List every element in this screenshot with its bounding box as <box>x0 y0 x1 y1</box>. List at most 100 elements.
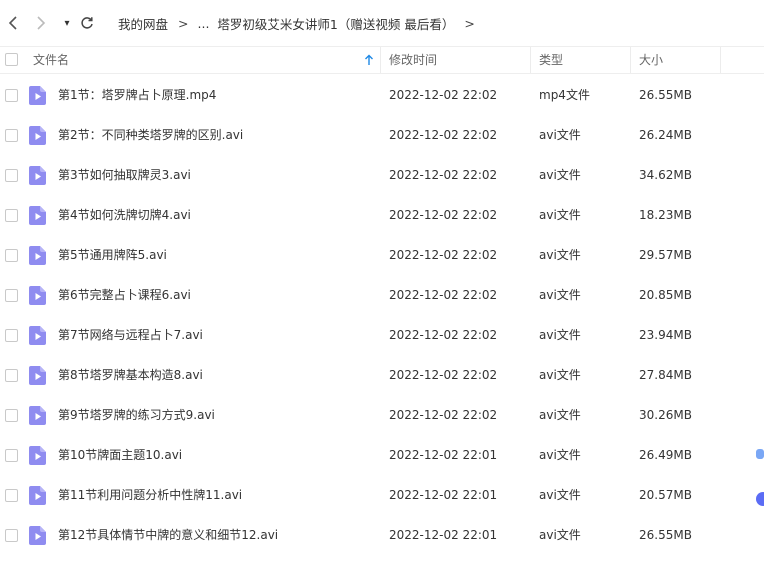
column-divider[interactable] <box>380 47 381 73</box>
file-name[interactable]: 第11节利用问题分析中性牌11.avi <box>58 475 242 515</box>
file-modified-time: 2022-12-02 22:01 <box>389 488 498 502</box>
table-row[interactable]: 第11节利用问题分析中性牌11.avi 2022-12-02 22:01 avi文件… <box>0 475 764 515</box>
column-divider[interactable] <box>530 47 531 73</box>
row-checkbox[interactable] <box>5 369 18 382</box>
video-file-icon <box>29 406 46 425</box>
file-name[interactable]: 第8节塔罗牌基本构造8.avi <box>58 355 203 395</box>
breadcrumb-root[interactable]: 我的网盘 <box>118 14 168 33</box>
file-type: avi文件 <box>539 488 581 502</box>
row-checkbox[interactable] <box>5 129 18 142</box>
select-all-checkbox[interactable] <box>5 53 18 66</box>
video-file-icon <box>29 126 46 145</box>
breadcrumb: 我的网盘 > ... 塔罗初级艾米女讲师1（赠送视频 最后看） > <box>118 14 484 32</box>
file-size: 26.55MB <box>639 528 692 542</box>
table-row[interactable]: 第2节：不同种类塔罗牌的区别.avi 2022-12-02 22:02 avi文件 2… <box>0 115 764 155</box>
table-row[interactable]: 第10节牌面主题10.avi 2022-12-02 22:01 avi文件 26.49… <box>0 435 764 475</box>
file-type: mp4文件 <box>539 88 590 102</box>
file-name[interactable]: 第12节具体情节中牌的意义和细节12.avi <box>58 515 278 555</box>
row-checkbox[interactable] <box>5 449 18 462</box>
file-type: avi文件 <box>539 288 581 302</box>
floating-assistant-icon[interactable] <box>756 492 764 506</box>
file-type: avi文件 <box>539 328 581 342</box>
table-row[interactable]: 第3节如何抽取牌灵3.avi 2022-12-02 22:02 avi文件 34.62… <box>0 155 764 195</box>
table-row[interactable]: 第1节：塔罗牌占卜原理.mp4 2022-12-02 22:02 mp4文件 26.5… <box>0 75 764 115</box>
file-modified-time: 2022-12-02 22:02 <box>389 128 498 142</box>
history-dropdown-button[interactable]: ▾ <box>58 13 76 33</box>
row-checkbox[interactable] <box>5 529 18 542</box>
file-type: avi文件 <box>539 528 581 542</box>
column-header-modified[interactable]: 修改时间 <box>389 47 437 73</box>
table-row[interactable]: 第5节通用牌阵5.avi 2022-12-02 22:02 avi文件 29.57MB <box>0 235 764 275</box>
row-checkbox[interactable] <box>5 409 18 422</box>
row-checkbox[interactable] <box>5 89 18 102</box>
table-row[interactable]: 第4节如何洗牌切牌4.avi 2022-12-02 22:02 avi文件 18.23… <box>0 195 764 235</box>
file-type: avi文件 <box>539 248 581 262</box>
file-name[interactable]: 第6节完整占卜课程6.avi <box>58 275 191 315</box>
file-size: 34.62MB <box>639 168 692 182</box>
row-checkbox[interactable] <box>5 249 18 262</box>
file-type: avi文件 <box>539 408 581 422</box>
video-file-icon <box>29 286 46 305</box>
file-size: 29.57MB <box>639 248 692 262</box>
row-checkbox[interactable] <box>5 489 18 502</box>
column-divider[interactable] <box>630 47 631 73</box>
refresh-button[interactable] <box>78 13 96 33</box>
breadcrumb-current[interactable]: 塔罗初级艾米女讲师1（赠送视频 最后看） <box>217 14 454 33</box>
file-size: 20.57MB <box>639 488 692 502</box>
file-name[interactable]: 第9节塔罗牌的练习方式9.avi <box>58 395 215 435</box>
chevron-left-icon <box>8 16 17 30</box>
file-name[interactable]: 第2节：不同种类塔罗牌的区别.avi <box>58 115 243 155</box>
table-row[interactable]: 第8节塔罗牌基本构造8.avi 2022-12-02 22:02 avi文件 27.8… <box>0 355 764 395</box>
row-checkbox[interactable] <box>5 209 18 222</box>
file-type: avi文件 <box>539 368 581 382</box>
table-row[interactable]: 第12节具体情节中牌的意义和细节12.avi 2022-12-02 22:01 av… <box>0 515 764 555</box>
file-size: 23.94MB <box>639 328 692 342</box>
video-file-icon <box>29 86 46 105</box>
breadcrumb-separator: > <box>178 15 189 31</box>
floating-tool-icon[interactable] <box>756 449 764 459</box>
column-header-type[interactable]: 类型 <box>539 47 563 73</box>
file-modified-time: 2022-12-02 22:02 <box>389 368 498 382</box>
file-modified-time: 2022-12-02 22:01 <box>389 448 498 462</box>
table-row[interactable]: 第7节网络与远程占卜7.avi 2022-12-02 22:02 avi文件 23.9… <box>0 315 764 355</box>
video-file-icon <box>29 366 46 385</box>
forward-button[interactable] <box>32 13 50 33</box>
breadcrumb-ellipsis[interactable]: ... <box>198 16 210 31</box>
file-size: 30.26MB <box>639 408 692 422</box>
video-file-icon <box>29 446 46 465</box>
chevron-right-icon <box>37 16 46 30</box>
file-size: 26.24MB <box>639 128 692 142</box>
file-name[interactable]: 第7节网络与远程占卜7.avi <box>58 315 203 355</box>
table-row[interactable]: 第9节塔罗牌的练习方式9.avi 2022-12-02 22:02 avi文件 30.… <box>0 395 764 435</box>
file-name[interactable]: 第1节：塔罗牌占卜原理.mp4 <box>58 75 216 115</box>
video-file-icon <box>29 526 46 545</box>
column-header-size[interactable]: 大小 <box>639 47 663 73</box>
file-size: 26.55MB <box>639 88 692 102</box>
breadcrumb-separator[interactable]: > <box>464 16 474 31</box>
file-modified-time: 2022-12-02 22:02 <box>389 208 498 222</box>
row-checkbox[interactable] <box>5 289 18 302</box>
file-name[interactable]: 第3节如何抽取牌灵3.avi <box>58 155 191 195</box>
row-checkbox[interactable] <box>5 329 18 342</box>
file-modified-time: 2022-12-02 22:02 <box>389 288 498 302</box>
row-checkbox[interactable] <box>5 169 18 182</box>
file-type: avi文件 <box>539 128 581 142</box>
sort-ascending-icon[interactable] <box>364 54 374 66</box>
file-size: 26.49MB <box>639 448 692 462</box>
file-type: avi文件 <box>539 208 581 222</box>
video-file-icon <box>29 326 46 345</box>
video-file-icon <box>29 246 46 265</box>
file-name[interactable]: 第10节牌面主题10.avi <box>58 435 182 475</box>
column-header-name[interactable]: 文件名 <box>33 47 69 73</box>
file-name[interactable]: 第4节如何洗牌切牌4.avi <box>58 195 191 235</box>
file-modified-time: 2022-12-02 22:02 <box>389 408 498 422</box>
file-type: avi文件 <box>539 168 581 182</box>
video-file-icon <box>29 206 46 225</box>
column-divider[interactable] <box>720 47 721 73</box>
back-button[interactable] <box>4 13 22 33</box>
table-row[interactable]: 第6节完整占卜课程6.avi 2022-12-02 22:02 avi文件 20.85… <box>0 275 764 315</box>
file-list-header: 文件名 修改时间 类型 大小 <box>0 46 764 74</box>
file-name[interactable]: 第5节通用牌阵5.avi <box>58 235 167 275</box>
file-modified-time: 2022-12-02 22:01 <box>389 528 498 542</box>
file-modified-time: 2022-12-02 22:02 <box>389 168 498 182</box>
